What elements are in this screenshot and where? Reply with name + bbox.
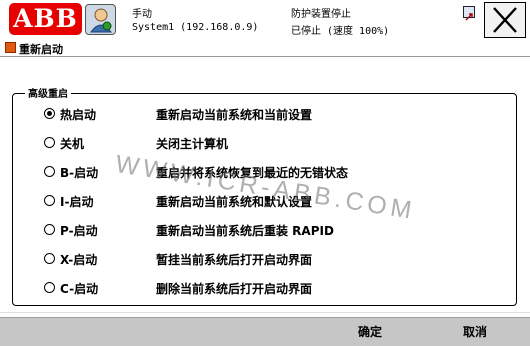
cancel-button[interactable]: 取消: [425, 318, 525, 346]
radio-button[interactable]: [44, 108, 55, 119]
radio-button[interactable]: [44, 253, 55, 264]
abb-logo[interactable]: ABB: [9, 3, 82, 35]
option-description: 删除当前系统后打开启动界面: [156, 282, 313, 296]
close-button[interactable]: [484, 2, 526, 38]
radio-button[interactable]: [44, 224, 55, 235]
option-p-start[interactable]: P-启动 重新启动当前系统后重装 RAPID: [44, 220, 514, 240]
option-x-start[interactable]: X-启动 暂挂当前系统后打开启动界面: [44, 249, 514, 269]
radio-button[interactable]: [44, 282, 55, 293]
option-c-start[interactable]: C-启动 删除当前系统后打开启动界面: [44, 278, 514, 298]
option-description: 关闭主计算机: [156, 137, 229, 151]
window-title-bar: 重新启动: [0, 40, 530, 57]
option-label: X-启动: [60, 253, 98, 267]
option-label: P-启动: [60, 224, 98, 238]
option-label: 热启动: [60, 108, 97, 122]
option-label: 关机: [60, 137, 85, 151]
run-state: 已停止 (速度 100%): [291, 26, 390, 37]
user-button[interactable]: [85, 4, 116, 35]
system-name: System1 (192.168.0.9): [132, 22, 259, 33]
group-legend: 高级重启: [25, 85, 71, 100]
option-label: B-启动: [60, 166, 99, 180]
radio-button[interactable]: [44, 195, 55, 206]
option-warm-start[interactable]: 热启动 重新启动当前系统和当前设置: [44, 104, 514, 124]
auto-mode-icon: [463, 6, 475, 21]
close-icon: [493, 7, 517, 33]
top-status-bar: ABB 手动 System1 (192.168.0.9) 防护装置停止 已停止 …: [0, 0, 530, 41]
window-title: 重新启动: [19, 43, 63, 56]
ok-button[interactable]: 确定: [320, 318, 420, 346]
command-bar: 确定 取消: [0, 317, 530, 346]
restart-app-icon: [5, 42, 16, 53]
status-panel[interactable]: 手动 System1 (192.168.0.9) 防护装置停止 已停止 (速度 …: [126, 2, 480, 38]
option-label: I-启动: [60, 195, 94, 209]
divider: [0, 312, 530, 313]
radio-button[interactable]: [44, 166, 55, 177]
safety-state: 防护装置停止: [291, 9, 351, 20]
option-description: 重新启动当前系统和当前设置: [156, 108, 313, 122]
user-icon: [90, 8, 112, 33]
option-description: 暂挂当前系统后打开启动界面: [156, 253, 313, 267]
option-description: 重新启动当前系统后重装 RAPID: [156, 224, 334, 238]
option-shutdown[interactable]: 关机 关闭主计算机: [44, 133, 514, 153]
option-label: C-启动: [60, 282, 99, 296]
operation-mode: 手动: [132, 9, 152, 20]
radio-button[interactable]: [44, 137, 55, 148]
